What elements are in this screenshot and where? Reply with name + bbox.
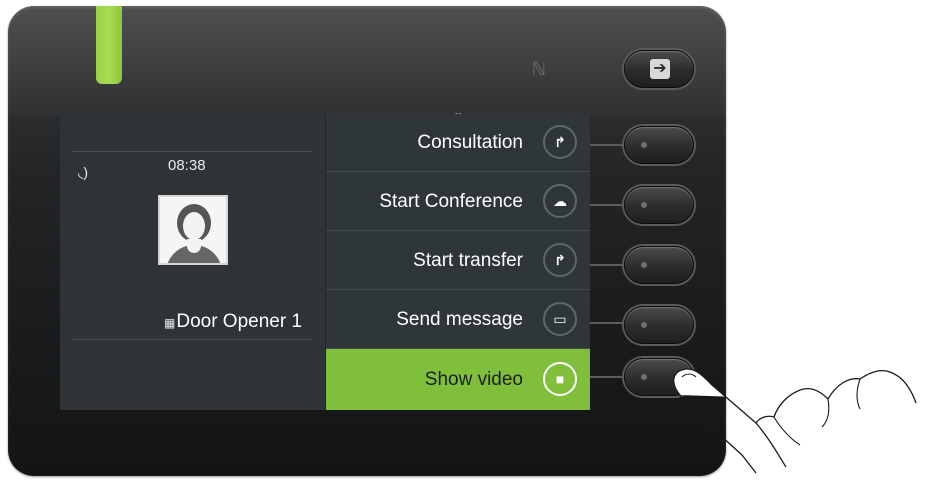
contact-name-row: ▦Door Opener 1 [164, 311, 302, 333]
key-connector [590, 322, 624, 324]
softkey-2[interactable] [624, 186, 694, 224]
chevron-up-icon: ⌃ [453, 113, 464, 123]
menu-item-label: Start Conference [379, 191, 523, 212]
menu-item-start-conference[interactable]: Start Conference ☁ [326, 172, 590, 231]
key-connector [590, 144, 624, 146]
phone-display: ◟) 08:38 ▦Door Opener 1 Consultation ↱ ⌃… [60, 113, 590, 410]
video-camera-icon: ■ [543, 362, 577, 396]
conference-icon: ☁ [543, 184, 577, 218]
contact-name: Door Opener 1 [176, 311, 303, 332]
key-dot [641, 202, 647, 208]
divider [72, 151, 312, 152]
call-time: 08:38 [168, 157, 206, 174]
leave-key[interactable]: ➔ [624, 50, 694, 88]
transfer-icon: ↱ [543, 243, 577, 277]
menu-item-send-message[interactable]: Send message ▭ [326, 290, 590, 349]
softkey-1[interactable] [624, 126, 694, 164]
avatar-face [183, 212, 205, 240]
softkey-3[interactable] [624, 246, 694, 284]
avatar-neck [187, 239, 201, 253]
divider [72, 339, 312, 340]
context-menu: Consultation ↱ ⌃ Start Conference ☁ Star… [325, 113, 590, 410]
building-icon: ▦ [164, 316, 176, 330]
key-dot [641, 142, 647, 148]
menu-item-start-transfer[interactable]: Start transfer ↱ [326, 231, 590, 290]
nfc-icon: ℕ [531, 59, 547, 79]
key-dot [641, 374, 647, 380]
key-connector [590, 204, 624, 206]
menu-item-show-video[interactable]: Show video ■ [326, 349, 590, 410]
menu-item-label: Start transfer [413, 250, 523, 271]
call-active-icon: ◟) [78, 164, 89, 180]
menu-item-label: Consultation [417, 132, 523, 153]
key-connector [590, 376, 624, 378]
menu-item-label: Show video [424, 369, 523, 390]
key-dot [641, 262, 647, 268]
avatar [158, 195, 228, 265]
pointing-hand-illustration [673, 368, 917, 474]
message-led [96, 6, 122, 84]
leave-icon: ➔ [650, 59, 670, 79]
softkey-4[interactable] [624, 306, 694, 344]
consultation-icon: ↱ [543, 125, 577, 159]
menu-item-label: Send message [396, 309, 523, 330]
message-icon: ▭ [543, 302, 577, 336]
key-dot [641, 322, 647, 328]
key-connector [590, 264, 624, 266]
call-info-pane: ◟) 08:38 ▦Door Opener 1 [60, 113, 325, 410]
